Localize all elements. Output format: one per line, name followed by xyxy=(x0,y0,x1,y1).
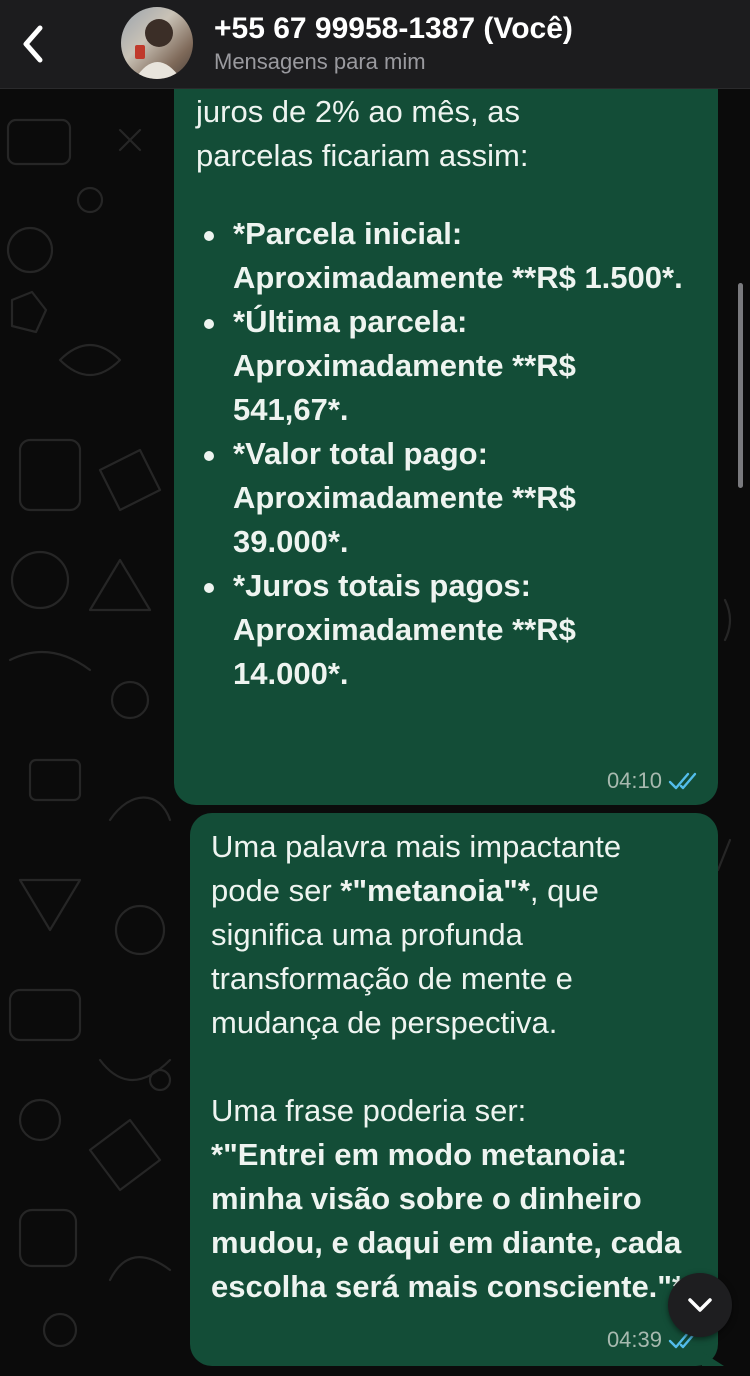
message-time: 04:10 xyxy=(606,768,662,793)
message-meta: 04:10 xyxy=(607,768,698,794)
back-button[interactable] xyxy=(8,14,56,74)
list-item: *Juros totais pagos: Aproximadamente **R… xyxy=(196,564,696,696)
bubble-tail xyxy=(702,1352,724,1366)
chevron-down-icon xyxy=(688,1298,712,1312)
double-check-read-icon xyxy=(668,772,697,790)
message-bold-text: *"metanoia"* xyxy=(340,873,530,908)
chat-header: +55 67 99958-1387 (Você) Mensagens para … xyxy=(0,0,750,89)
message-text-line: parcelas ficariam assim: xyxy=(196,138,529,173)
list-item: *Última parcela: Aproximadamente **R$ 54… xyxy=(196,300,696,432)
contact-subtitle: Mensagens para mim xyxy=(214,49,426,74)
message-text-line: juros de 2% ao mês, as xyxy=(196,94,520,129)
contact-name[interactable]: +55 67 99958-1387 (Você) xyxy=(214,12,573,46)
message-bullet-list: *Parcela inicial: Aproximadamente **R$ 1… xyxy=(196,212,696,696)
list-item: *Parcela inicial: Aproximadamente **R$ 1… xyxy=(196,212,696,300)
message-bubble-outgoing[interactable]: Uma palavra mais impactante pode ser *"m… xyxy=(190,813,718,1366)
message-paragraph: Uma palavra mais impactante pode ser *"m… xyxy=(211,825,696,1045)
scroll-to-bottom-button[interactable] xyxy=(668,1273,732,1337)
chevron-left-icon xyxy=(23,25,43,63)
message-paragraph: Uma frase poderia ser: xyxy=(211,1093,527,1128)
avatar[interactable] xyxy=(121,7,193,79)
list-item: *Valor total pago: Aproximadamente **R$ … xyxy=(196,432,696,564)
message-bold-text: *"Entrei em modo metanoia: minha visão s… xyxy=(211,1137,685,1304)
avatar-photo xyxy=(135,19,181,79)
message-bubble-outgoing[interactable]: juros de 2% ao mês, as parcelas ficariam… xyxy=(174,60,718,805)
scrollbar[interactable] xyxy=(738,283,743,488)
message-paragraph: *"Entrei em modo metanoia: minha visão s… xyxy=(211,1133,696,1309)
message-time: 04:39 xyxy=(606,1327,662,1352)
